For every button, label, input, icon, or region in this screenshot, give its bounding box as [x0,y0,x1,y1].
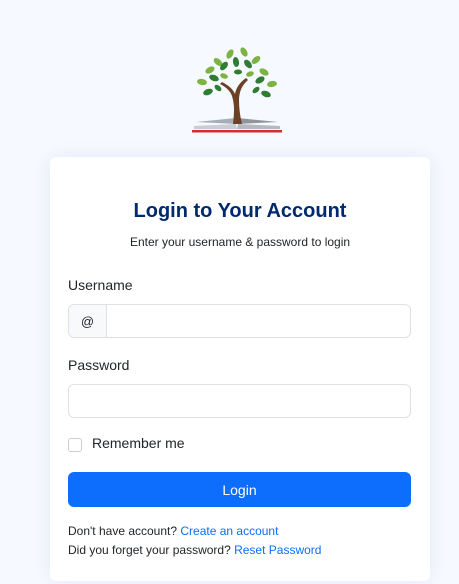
password-input-group [68,384,411,418]
page-title: Login to Your Account [133,200,347,222]
create-account-link[interactable]: Create an account [180,524,278,538]
password-field[interactable] [69,385,410,417]
reset-text: Did you forget your password? [68,543,235,557]
reset-password-link[interactable]: Reset Password [234,543,321,557]
username-label: Username [68,277,133,293]
password-label: Password [68,357,130,373]
signup-line: Don't have account? Create an account [68,524,278,538]
reset-line: Did you forget your password? Reset Pass… [68,543,321,557]
signup-text: Don't have account? [68,524,181,538]
remember-me-label[interactable]: Remember me [92,435,185,451]
at-prefix: @ [69,305,107,337]
tree-book-logo-icon [192,47,282,133]
remember-me-checkbox[interactable] [68,438,82,452]
username-input-group: @ [68,304,411,338]
login-button[interactable]: Login [68,472,411,507]
page-subtitle: Enter your username & password to login [129,235,351,249]
login-card: Login to Your Account Enter your usernam… [50,157,430,581]
username-field[interactable] [107,305,410,337]
